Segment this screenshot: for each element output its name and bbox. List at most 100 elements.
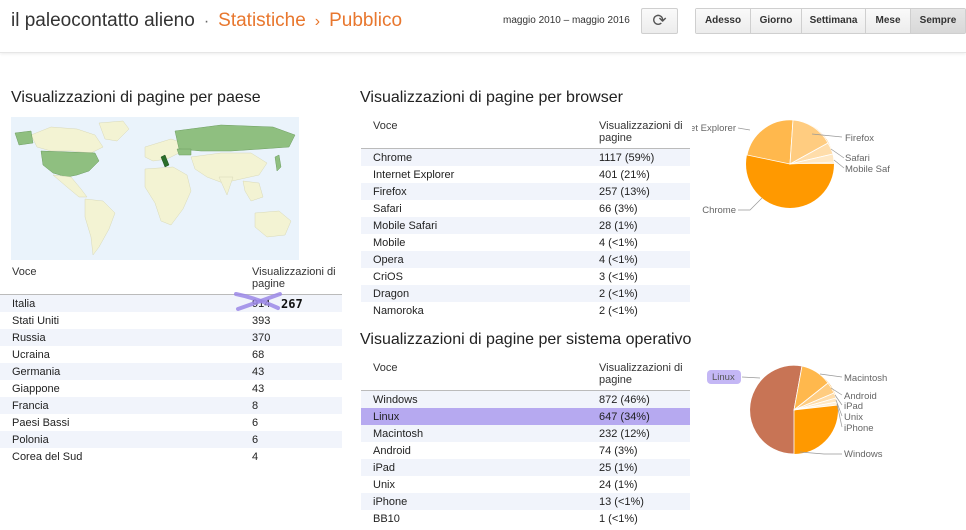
refresh-icon: ⟳: [652, 11, 667, 30]
table-row: Stati Uniti 393: [0, 312, 342, 329]
country-name: Polonia: [0, 431, 240, 448]
table-row: Windows 872 (46%): [361, 390, 690, 408]
browser-value: 4 (<1%): [599, 236, 638, 249]
country-value: 6: [252, 416, 259, 429]
os-value: 74 (3%): [599, 444, 638, 457]
pie-label-linux: Linux: [712, 372, 735, 383]
table-row: iPhone 13 (<1%): [361, 493, 690, 510]
table-row: Opera 4 (<1%): [361, 251, 690, 268]
browser-value: 401 (21%): [599, 168, 650, 181]
breadcrumb-stats-link[interactable]: Statistiche: [218, 10, 306, 31]
browser-name: Safari: [373, 202, 402, 215]
scribble-strike-icon: [234, 292, 282, 311]
pie-label-mobile-safari: Mobile Safari: [845, 164, 890, 175]
os-name: Unix: [373, 478, 396, 491]
table-row-highlighted: Linux 647 (34%): [361, 408, 690, 425]
os-table: Voce Visualizzazioni di pagine Windows 87…: [361, 362, 690, 527]
os-pie-chart: Linux Macintosh Android iPad Unix iPhone…: [707, 364, 887, 460]
country-value: 43: [252, 382, 265, 395]
site-title[interactable]: il paleocontatto alieno: [11, 10, 195, 31]
table-row: Dragon 2 (<1%): [361, 285, 690, 302]
table-row: Firefox 257 (13%): [361, 183, 690, 200]
country-value: 393: [252, 314, 271, 327]
country-value: 43: [240, 363, 342, 380]
table-row: Paesi Bassi 6: [0, 414, 342, 431]
table-row: Ucraina 68: [0, 346, 342, 363]
country-value: 370: [240, 329, 342, 346]
pie-label-macintosh: Macintosh: [844, 373, 887, 384]
table-row: Macintosh 232 (12%): [361, 425, 690, 442]
table-row: Mobile Safari 28 (1%): [361, 217, 690, 234]
country-name: Stati Uniti: [12, 314, 60, 327]
browser-table: Voce Visualizzazioni di pagine Chrome 111…: [361, 120, 690, 319]
os-value: 24 (1%): [599, 478, 638, 491]
period-always-button[interactable]: Sempre: [911, 9, 965, 33]
pie-label-unix: Unix: [844, 412, 863, 423]
os-name: iPhone: [361, 493, 587, 510]
world-map-graphic: [11, 117, 299, 260]
period-now-button[interactable]: Adesso: [696, 9, 751, 33]
browser-value: 1117 (59%): [587, 148, 690, 166]
table-row: Mobile 4 (<1%): [361, 234, 690, 251]
browser-name: Dragon: [361, 285, 587, 302]
os-name: iPad: [361, 459, 587, 476]
browser-name: CriOS: [373, 270, 403, 283]
refresh-button[interactable]: ⟳: [641, 8, 678, 34]
browser-col-item: Voce: [373, 120, 398, 132]
country-col-item: Voce: [12, 266, 37, 278]
browser-name: Firefox: [361, 183, 587, 200]
os-value: 232 (12%): [587, 425, 690, 442]
os-name: Linux: [361, 408, 587, 425]
pie-label-windows: Windows: [844, 449, 883, 460]
table-row: Android 74 (3%): [361, 442, 690, 459]
browser-value: 3 (<1%): [599, 270, 638, 283]
browser-pie-chart: Internet Explorer Firefox Safari Mobile …: [692, 119, 890, 216]
browser-name: Internet Explorer: [373, 168, 455, 181]
browser-name: Namoroka: [373, 304, 424, 317]
date-range: maggio 2010 – maggio 2016: [503, 15, 630, 26]
period-day-button[interactable]: Giorno: [751, 9, 802, 33]
os-name: Windows: [361, 390, 587, 408]
browser-value: 4 (<1%): [587, 251, 690, 268]
period-week-button[interactable]: Settimana: [802, 9, 866, 33]
country-name: Russia: [0, 329, 240, 346]
country-name: Ucraina: [12, 348, 50, 361]
browser-name: Opera: [361, 251, 587, 268]
table-row: Francia 8: [0, 397, 342, 414]
breadcrumb-audience[interactable]: Pubblico: [329, 10, 402, 31]
browser-name: Chrome: [361, 148, 587, 166]
world-map: [11, 117, 299, 260]
country-name: Giappone: [12, 382, 60, 395]
country-value: 6: [240, 431, 342, 448]
period-selector: Adesso Giorno Settimana Mese Sempre: [695, 8, 966, 34]
handwritten-note: 267: [281, 297, 303, 311]
table-row: Polonia 6: [0, 431, 342, 448]
os-name: Macintosh: [361, 425, 587, 442]
table-row: Russia 370: [0, 329, 342, 346]
country-name: Corea del Sud: [12, 450, 83, 463]
country-value: 4: [252, 450, 259, 463]
browser-value: 2 (<1%): [587, 285, 690, 302]
country-section-title: Visualizzazioni di pagine per paese: [11, 89, 261, 106]
country-name: Italia: [0, 294, 240, 312]
os-value: 1 (<1%): [599, 512, 638, 525]
breadcrumb-chevron: ›: [314, 13, 321, 30]
table-row: Giappone 43: [0, 380, 342, 397]
breadcrumb-separator: ·: [203, 13, 210, 30]
country-value: 8: [240, 397, 342, 414]
os-section-title: Visualizzazioni di pagine per sistema op…: [360, 331, 692, 348]
pie-label-firefox: Firefox: [845, 133, 874, 144]
os-value: 25 (1%): [587, 459, 690, 476]
os-name: Android: [373, 444, 411, 457]
country-name: Francia: [0, 397, 240, 414]
table-row: Namoroka 2 (<1%): [361, 302, 690, 319]
country-table: Voce Visualizzazioni di pagine Italia 914…: [0, 266, 342, 465]
table-row: Chrome 1117 (59%): [361, 148, 690, 166]
browser-value: 28 (1%): [587, 217, 690, 234]
browser-name: Mobile Safari: [361, 217, 587, 234]
country-value: 68: [252, 348, 265, 361]
browser-value: 66 (3%): [599, 202, 638, 215]
period-month-button[interactable]: Mese: [866, 9, 911, 33]
browser-name: Mobile: [373, 236, 406, 249]
os-col-views: Visualizzazioni di pagine: [599, 362, 683, 386]
